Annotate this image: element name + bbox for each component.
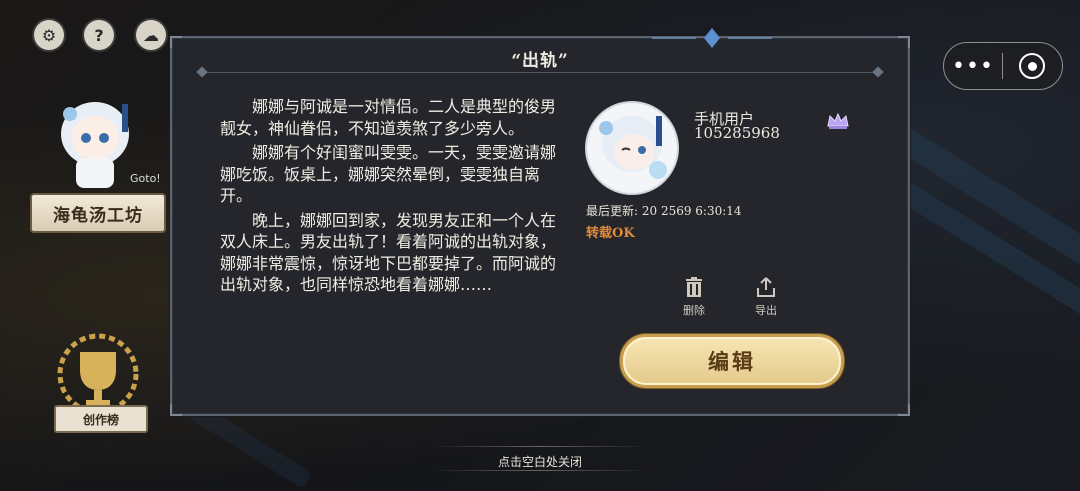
author-id: 105285968: [694, 124, 780, 142]
ranking-button[interactable]: 创作榜: [54, 405, 148, 433]
last-updated: 最后更新: 20 2569 6:30:14: [586, 204, 742, 218]
story-paragraph: 晚上，娜娜回到家，发现男友正和一个人在双人床上。男友出轨了！看着阿诚的出轨对象，…: [220, 210, 557, 295]
hint-divider: [430, 446, 650, 447]
edit-button[interactable]: 编辑: [620, 334, 844, 388]
export-label: 导出: [755, 304, 777, 317]
story-paragraph: 娜娜与阿诚是一对情侣。二人是典型的俊男靓女，神仙眷侣，不知道羡煞了多少旁人。: [220, 97, 557, 138]
close-hint: 点击空白处关闭: [497, 455, 582, 469]
export-button[interactable]: 导出: [746, 276, 786, 318]
story-body: 娜娜与阿诚是一对情侣。二人是典型的俊男靓女，神仙眷侣，不知道羡煞了多少旁人。 娜…: [220, 96, 560, 299]
trash-icon: [686, 277, 702, 297]
workshop-button[interactable]: 海龟汤工坊: [30, 193, 166, 233]
repost-status: 转载OK: [586, 226, 635, 241]
story-dialog: “出轨” 娜娜与阿诚是一对情侣。二人是典型的俊男靓女，神仙眷侣，不知道羡煞了多少…: [170, 28, 910, 416]
delete-button[interactable]: 删除: [674, 276, 714, 318]
settings-icon[interactable]: ⚙: [34, 20, 64, 50]
corner-ornament: [898, 404, 910, 416]
export-icon: [757, 277, 775, 297]
title-divider: [202, 72, 878, 73]
more-icon[interactable]: •••: [944, 54, 1002, 79]
hint-divider: [430, 470, 650, 471]
author-avatar[interactable]: [584, 100, 680, 196]
story-title: “出轨”: [511, 51, 569, 71]
miniprogram-capsule: •••: [943, 42, 1063, 90]
help-icon[interactable]: ?: [84, 20, 114, 50]
delete-label: 删除: [683, 304, 705, 317]
goto-label: Goto!: [130, 172, 161, 185]
crown-icon: [827, 112, 849, 129]
story-paragraph: 娜娜有个好闺蜜叫雯雯。一天，雯雯邀请娜娜吃饭。饭桌上，娜娜突然晕倒，雯雯独自离开…: [220, 143, 557, 205]
close-miniprogram-icon[interactable]: [1003, 53, 1061, 79]
cloud-icon[interactable]: ☁: [136, 20, 166, 50]
corner-ornament: [170, 404, 182, 416]
